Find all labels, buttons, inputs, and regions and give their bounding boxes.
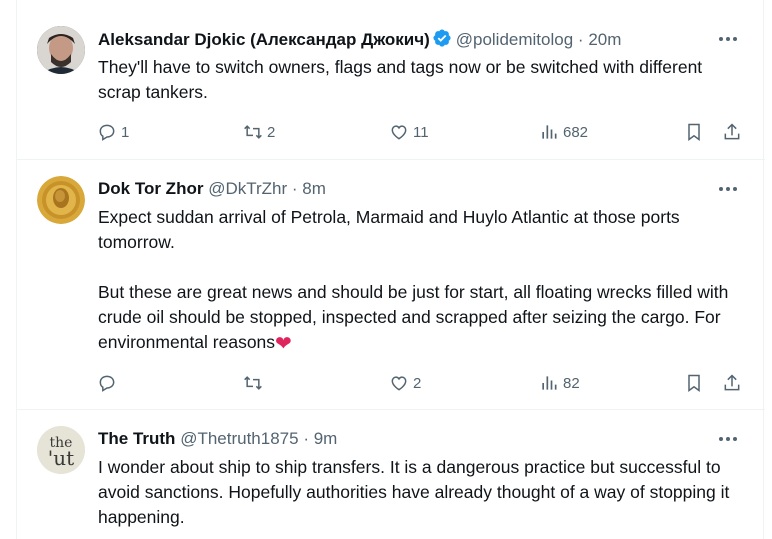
retweet-button[interactable]: 2 <box>243 121 275 143</box>
display-name[interactable]: Dok Tor Zhor <box>98 179 203 198</box>
bookmark-icon <box>688 123 700 141</box>
bookmark-icon <box>688 374 700 392</box>
avatar[interactable] <box>37 176 85 224</box>
separator-dot: · <box>291 179 298 198</box>
reply-button[interactable]: 1 <box>97 121 129 143</box>
more-options-icon[interactable] <box>711 28 745 50</box>
separator-dot: · <box>577 30 584 49</box>
tweet-header: Dok Tor Zhor @DkTrZhr · 8m <box>98 178 749 200</box>
like-count: 2 <box>413 374 422 392</box>
like-icon <box>391 376 407 391</box>
tweet[interactable]: Dok Tor Zhor @DkTrZhr · 8m Expect suddan… <box>17 160 765 410</box>
verified-badge-icon <box>433 29 451 47</box>
retweet-count: 2 <box>267 123 276 141</box>
display-name[interactable]: The Truth <box>98 429 175 448</box>
tweet[interactable]: Aleksandar Djokic (Александар Джокич) @po… <box>17 10 765 160</box>
retweet-icon <box>244 376 262 390</box>
retweet-button[interactable] <box>243 372 267 394</box>
reply-feed: Aleksandar Djokic (Александар Джокич) @po… <box>16 0 765 539</box>
retweet-icon <box>244 125 262 139</box>
tweet-text-content: Expect suddan arrival of Petrola, Marmai… <box>98 207 729 352</box>
views-chart-icon <box>542 376 557 390</box>
share-icon <box>724 374 740 391</box>
display-name[interactable]: Aleksandar Djokic (Александар Джокич) <box>98 30 430 49</box>
like-count: 11 <box>413 123 429 141</box>
bookmark-button[interactable] <box>684 121 704 143</box>
like-icon <box>391 125 407 140</box>
more-options-icon[interactable] <box>711 428 745 450</box>
user-handle[interactable]: @Thetruth1875 <box>180 429 298 448</box>
timestamp[interactable]: 8m <box>302 179 326 198</box>
like-button[interactable]: 2 <box>389 372 421 394</box>
reply-button[interactable] <box>97 372 121 394</box>
tweet-header: The Truth @Thetruth1875 · 9m <box>98 428 749 450</box>
tweet[interactable]: the 'ut The Truth @Thetruth1875 · 9m I w… <box>17 410 765 539</box>
share-icon <box>724 123 740 140</box>
reply-icon <box>99 375 115 392</box>
avatar[interactable] <box>37 26 85 74</box>
tweet-actions: 1 2 11 682 <box>97 121 745 143</box>
avatar[interactable]: the 'ut <box>37 426 85 474</box>
tweet-text: I wonder about ship to ship transfers. I… <box>98 457 735 527</box>
timestamp[interactable]: 9m <box>314 429 338 448</box>
tweet-actions: 2 82 <box>97 372 745 394</box>
tweet-text: They'll have to switch owners, flags and… <box>98 57 708 102</box>
red-heart-emoji: ❤ <box>275 333 292 355</box>
user-handle[interactable]: @DkTrZhr <box>208 179 287 198</box>
views-count: 82 <box>563 374 580 392</box>
timestamp[interactable]: 20m <box>588 30 621 49</box>
bookmark-button[interactable] <box>684 372 704 394</box>
reply-count: 1 <box>121 123 130 141</box>
tweet-text: Expect suddan arrival of Petrola, Marmai… <box>98 205 749 357</box>
reply-icon <box>99 124 115 141</box>
views-chart-icon <box>542 125 557 139</box>
views-count: 682 <box>563 123 589 141</box>
views-button[interactable]: 682 <box>539 121 588 143</box>
like-button[interactable]: 11 <box>389 121 429 143</box>
tweet-header: Aleksandar Djokic (Александар Джокич) @po… <box>98 28 749 50</box>
more-options-icon[interactable] <box>711 178 745 200</box>
svg-text:'ut: 'ut <box>48 446 74 470</box>
user-handle[interactable]: @polidemitolog <box>456 30 573 49</box>
share-button[interactable] <box>722 121 742 143</box>
share-button[interactable] <box>722 372 742 394</box>
views-button[interactable]: 82 <box>539 372 580 394</box>
separator-dot: · <box>303 429 309 448</box>
